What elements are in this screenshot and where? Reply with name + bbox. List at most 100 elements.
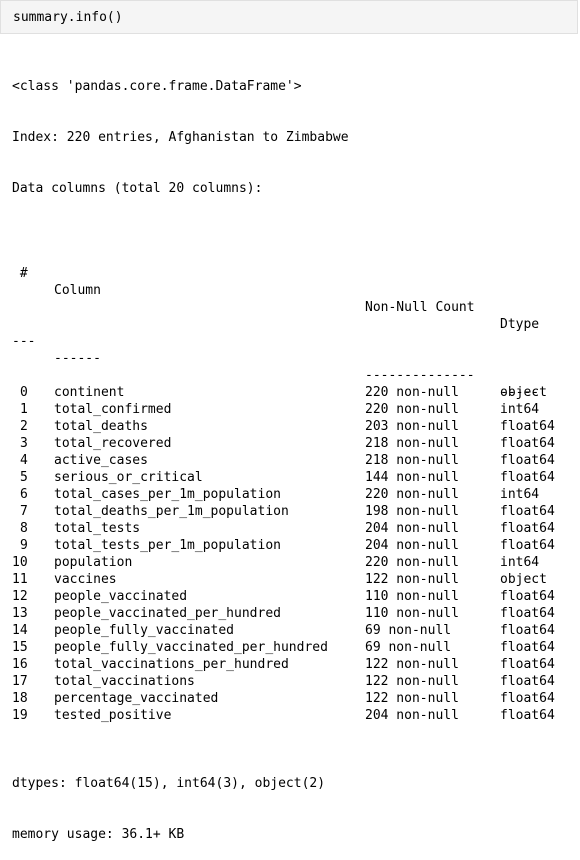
row-nonnull-count: 218 non-null — [365, 453, 459, 468]
table-header-row: # Column Non-Null Count Dtype — [12, 248, 539, 332]
table-row: 18 percentage_vaccinated 122 non-null float… — [12, 690, 555, 707]
row-index: 5 — [20, 470, 28, 485]
table-row: 1 total_confirmed 220 non-null int64 — [12, 401, 539, 418]
table-row: 8 total_tests 204 non-null float64 — [12, 520, 555, 537]
row-column-name: total_tests_per_1m_population — [54, 538, 281, 553]
row-index: 12 — [12, 589, 28, 604]
header-idx: # — [12, 266, 28, 281]
row-column-name: continent — [54, 385, 125, 400]
row-nonnull-count: 122 non-null — [365, 691, 459, 706]
separator-idx: --- — [12, 334, 36, 349]
row-index: 0 — [20, 385, 28, 400]
row-nonnull-count: 220 non-null — [365, 487, 459, 502]
table-body: 0 continent 220 non-null object 1 total_confi… — [12, 384, 555, 724]
row-dtype: float64 — [500, 470, 555, 485]
row-dtype: float64 — [500, 504, 555, 519]
row-column-name: population — [54, 555, 133, 570]
table-row: 6 total_cases_per_1m_population 220 non-nu… — [12, 486, 539, 503]
row-dtype: float64 — [500, 521, 555, 536]
table-separator-row: --- ------ -------------- ----- — [12, 316, 539, 400]
table-row: 2 total_deaths 203 non-null float64 — [12, 418, 555, 435]
row-dtype: object — [500, 572, 547, 587]
row-index: 10 — [12, 555, 28, 570]
row-column-name: people_vaccinated_per_hundred — [54, 606, 281, 621]
table-row: 4 active_cases 218 non-null float64 — [12, 452, 555, 469]
row-dtype: object — [500, 385, 547, 400]
row-column-name: vaccines — [54, 572, 117, 587]
separator-column: ------ — [54, 351, 101, 366]
row-index: 8 — [20, 521, 28, 536]
row-nonnull-count: 204 non-null — [365, 521, 459, 536]
table-row: 11 vaccines 122 non-null object — [12, 571, 547, 588]
row-nonnull-count: 122 non-null — [365, 572, 459, 587]
row-dtype: float64 — [500, 419, 555, 434]
table-row: 13 people_vaccinated_per_hundred 110 non-n… — [12, 605, 555, 622]
separator-nonnull: -------------- — [365, 368, 475, 383]
dtypes-line: dtypes: float64(15), int64(3), object(2) — [12, 776, 326, 791]
table-row: 12 people_vaccinated 110 non-null float64 — [12, 588, 555, 605]
row-nonnull-count: 122 non-null — [365, 657, 459, 672]
row-dtype: float64 — [500, 589, 555, 604]
row-nonnull-count: 220 non-null — [365, 385, 459, 400]
row-dtype: float64 — [500, 606, 555, 621]
table-row: 14 people_fully_vaccinated 69 non-null floa… — [12, 622, 555, 639]
row-index: 13 — [12, 606, 28, 621]
row-column-name: total_deaths — [54, 419, 148, 434]
row-column-name: total_deaths_per_1m_population — [54, 504, 289, 519]
table-row: 0 continent 220 non-null object — [12, 384, 547, 401]
row-dtype: float64 — [500, 436, 555, 451]
class-line: <class 'pandas.core.frame.DataFrame'> — [12, 79, 302, 94]
row-dtype: float64 — [500, 623, 555, 638]
table-row: 19 tested_positive 204 non-null float64 — [12, 707, 555, 724]
table-row: 15 people_fully_vaccinated_per_hundred 69 … — [12, 639, 555, 656]
row-index: 18 — [12, 691, 28, 706]
row-index: 14 — [12, 623, 28, 638]
index-line: Index: 220 entries, Afghanistan to Zimba… — [12, 130, 349, 145]
row-dtype: float64 — [500, 538, 555, 553]
row-column-name: total_cases_per_1m_population — [54, 487, 281, 502]
table-row: 16 total_vaccinations_per_hundred 122 non-… — [12, 656, 555, 673]
row-nonnull-count: 144 non-null — [365, 470, 459, 485]
table-row: 3 total_recovered 218 non-null float64 — [12, 435, 555, 452]
row-column-name: people_fully_vaccinated_per_hundred — [54, 640, 328, 655]
row-nonnull-count: 198 non-null — [365, 504, 459, 519]
row-column-name: active_cases — [54, 453, 148, 468]
table-row: 7 total_deaths_per_1m_population 198 non-n… — [12, 503, 555, 520]
row-index: 7 — [20, 504, 28, 519]
row-index: 11 — [12, 572, 28, 587]
code-input-cell[interactable]: summary.info() — [0, 0, 578, 34]
row-column-name: percentage_vaccinated — [54, 691, 219, 706]
row-nonnull-count: 69 non-null — [365, 640, 452, 655]
row-index: 9 — [20, 538, 28, 553]
row-column-name: total_vaccinations_per_hundred — [54, 657, 289, 672]
row-nonnull-count: 218 non-null — [365, 436, 459, 451]
row-dtype: int64 — [500, 402, 540, 417]
row-dtype: float64 — [500, 691, 555, 706]
header-dtype: Dtype — [500, 317, 540, 332]
memory-usage-line: memory usage: 36.1+ KB — [12, 827, 185, 842]
table-row: 17 total_vaccinations 122 non-null float64 — [12, 673, 555, 690]
row-index: 4 — [20, 453, 28, 468]
row-nonnull-count: 110 non-null — [365, 606, 459, 621]
table-row: 9 total_tests_per_1m_population 204 non-nu… — [12, 537, 555, 554]
row-column-name: total_tests — [54, 521, 141, 536]
row-index: 19 — [12, 708, 28, 723]
row-dtype: int64 — [500, 555, 540, 570]
row-nonnull-count: 204 non-null — [365, 538, 459, 553]
row-nonnull-count: 204 non-null — [365, 708, 459, 723]
cell-output: <class 'pandas.core.frame.DataFrame'> In… — [12, 44, 555, 860]
row-nonnull-count: 122 non-null — [365, 674, 459, 689]
code-input-text[interactable]: summary.info() — [13, 10, 123, 26]
row-index: 1 — [20, 402, 28, 417]
table-row: 5 serious_or_critical 144 non-null float64 — [12, 469, 555, 486]
row-dtype: float64 — [500, 674, 555, 689]
row-column-name: serious_or_critical — [54, 470, 203, 485]
row-index: 2 — [20, 419, 28, 434]
row-index: 17 — [12, 674, 28, 689]
row-dtype: float64 — [500, 453, 555, 468]
row-dtype: int64 — [500, 487, 540, 502]
header-nonnull: Non-Null Count — [365, 300, 475, 315]
row-nonnull-count: 220 non-null — [365, 402, 459, 417]
row-dtype: float64 — [500, 640, 555, 655]
table-row: 10 population 220 non-null int64 — [12, 554, 539, 571]
